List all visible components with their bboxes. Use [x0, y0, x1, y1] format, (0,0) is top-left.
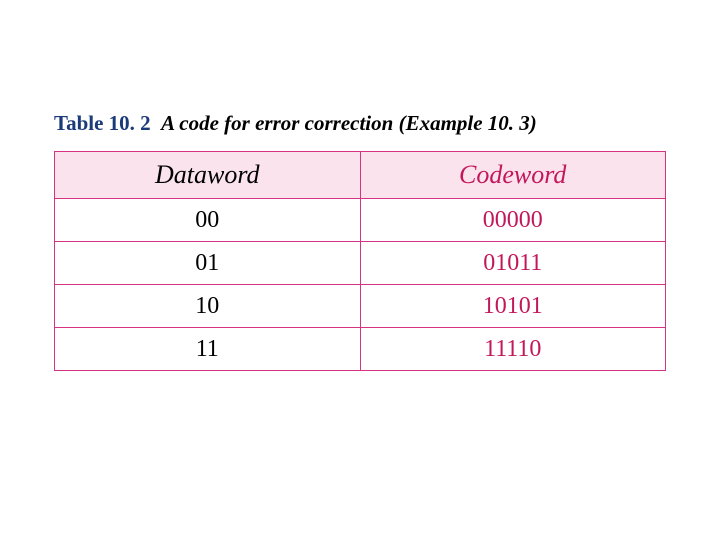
table-caption: Table 10. 2 A code for error correction …	[54, 110, 666, 137]
cell-dataword: 01	[55, 242, 361, 285]
table-header-row: Dataword Codeword	[55, 152, 666, 199]
cell-codeword: 10101	[360, 285, 666, 328]
table-label: Table 10. 2	[54, 111, 151, 135]
cell-dataword: 11	[55, 328, 361, 371]
cell-dataword: 00	[55, 199, 361, 242]
header-dataword: Dataword	[55, 152, 361, 199]
cell-codeword: 01011	[360, 242, 666, 285]
code-table: Dataword Codeword 00 00000 01 01011 10 1…	[54, 151, 666, 371]
header-codeword: Codeword	[360, 152, 666, 199]
cell-codeword: 00000	[360, 199, 666, 242]
table-row: 01 01011	[55, 242, 666, 285]
table-row: 10 10101	[55, 285, 666, 328]
cell-dataword: 10	[55, 285, 361, 328]
table-title: A code for error correction (Example 10.…	[161, 111, 537, 135]
table-row: 11 11110	[55, 328, 666, 371]
table-row: 00 00000	[55, 199, 666, 242]
slide: Table 10. 2 A code for error correction …	[0, 0, 720, 540]
cell-codeword: 11110	[360, 328, 666, 371]
